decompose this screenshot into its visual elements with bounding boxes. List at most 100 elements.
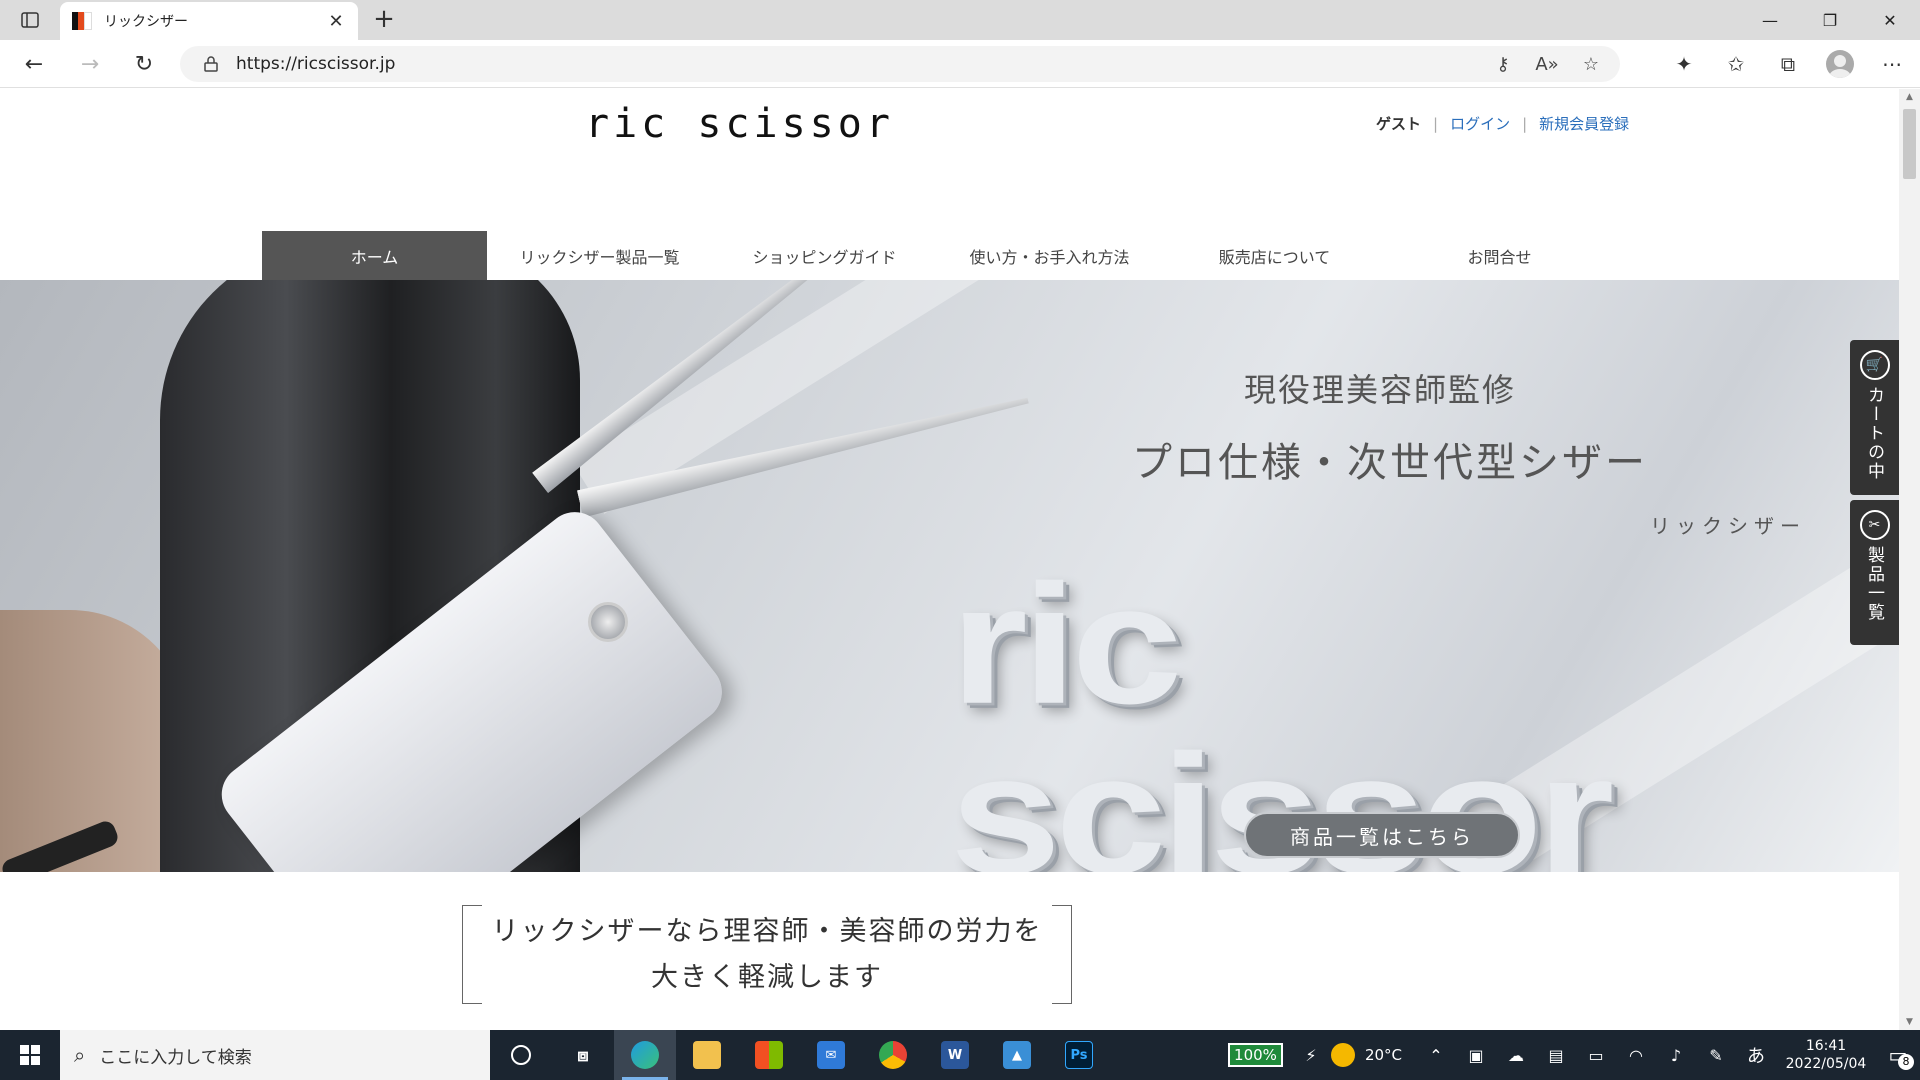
pen-icon[interactable]: ✎ (1696, 1030, 1736, 1080)
browser-tab-strip: リックシザー ✕ + — ❐ ✕ (0, 0, 1920, 40)
word-icon: W (941, 1041, 969, 1069)
weather-temp[interactable]: 20°C (1365, 1046, 1402, 1064)
scroll-down-icon[interactable]: ▼ (1899, 1014, 1920, 1030)
edge-icon (631, 1041, 659, 1069)
user-links: ゲスト | ログイン | 新規会員登録 (1376, 113, 1630, 134)
restore-button[interactable]: ❐ (1800, 0, 1860, 40)
taskbar-chrome[interactable] (862, 1030, 924, 1080)
clock-time: 16:41 (1805, 1038, 1847, 1054)
tab-actions-button[interactable] (14, 8, 46, 32)
taskbar-photoshop[interactable]: Ps (1048, 1030, 1110, 1080)
plug-icon: ⚡ (1305, 1045, 1317, 1065)
extensions-icon[interactable]: ✦ (1666, 46, 1702, 82)
taskbar-edge[interactable] (614, 1030, 676, 1080)
clock[interactable]: 16:41 2022/05/04 (1776, 1037, 1876, 1073)
ime-indicator[interactable]: あ (1736, 1030, 1776, 1080)
battery-icon[interactable]: ▭ (1576, 1030, 1616, 1080)
battery-indicator[interactable]: 100% (1228, 1043, 1283, 1067)
close-window-button[interactable]: ✕ (1860, 0, 1920, 40)
guest-label: ゲスト (1376, 115, 1422, 133)
read-aloud-icon[interactable]: A» (1532, 49, 1562, 79)
cart-icon: 🛒 (1859, 350, 1890, 380)
scissor-icon: ✂ (1859, 510, 1890, 540)
task-view-icon: ⧈ (577, 1044, 589, 1066)
lock-icon[interactable] (200, 53, 222, 75)
cortana-button[interactable] (490, 1030, 552, 1080)
hero-kana: リックシザー (1650, 514, 1806, 538)
photoshop-icon: Ps (1065, 1041, 1093, 1069)
notification-count: 8 (1898, 1054, 1914, 1070)
page-scrollbar[interactable]: ▲ ▼ (1899, 89, 1920, 1030)
tagline-box: リックシザーなら理容師・美容師の労力を 大きく軽減します (462, 905, 1072, 1004)
new-tab-button[interactable]: + (368, 4, 400, 36)
scroll-up-icon[interactable]: ▲ (1899, 89, 1920, 105)
taskbar-explorer[interactable] (676, 1030, 738, 1080)
chevron-up-icon[interactable]: ⌃ (1416, 1030, 1456, 1080)
url-text[interactable]: https://ricscissor.jp (236, 54, 1488, 74)
cortana-icon (511, 1045, 531, 1065)
camera-icon[interactable]: ▣ (1456, 1030, 1496, 1080)
side-tab-products-label: 製品一覧 (1864, 546, 1884, 622)
search-icon: ⌕ (74, 1043, 86, 1067)
browser-tab[interactable]: リックシザー ✕ (60, 2, 358, 40)
notification-button[interactable]: ▭ 8 (1876, 1030, 1920, 1080)
back-button[interactable]: ← (16, 46, 52, 82)
web-page: ric scissor ゲスト | ログイン | 新規会員登録 ホーム リックシ… (0, 89, 1899, 1030)
login-link[interactable]: ログイン (1450, 113, 1510, 134)
wifi-icon[interactable]: ◠ (1616, 1030, 1656, 1080)
taskbar-search[interactable]: ⌕ ここに入力して検索 (60, 1030, 490, 1080)
taskbar-mail[interactable]: ✉ (800, 1030, 862, 1080)
weather-sun-icon[interactable] (1330, 1043, 1355, 1067)
volume-icon[interactable]: ♪ (1656, 1030, 1696, 1080)
minimize-button[interactable]: — (1740, 0, 1800, 40)
tagline-line-2: 大きく軽減します (651, 961, 883, 993)
mail-icon: ✉ (817, 1041, 845, 1069)
windows-taskbar: ⌕ ここに入力して検索 ⧈ ✉ W ▲ Ps 100% ⚡ 20°C ⌃ ▣ ☁… (0, 1030, 1920, 1080)
scroll-thumb[interactable] (1903, 109, 1916, 179)
avatar (1826, 50, 1854, 78)
window-controls: — ❐ ✕ (1740, 0, 1920, 40)
cloud-icon[interactable]: ☁ (1496, 1030, 1536, 1080)
side-tab-cart[interactable]: 🛒 カートの中 (1850, 340, 1899, 495)
hero-banner: 現役理美容師監修 プロ仕様・次世代型シザー ric scissor リックシザー… (0, 280, 1899, 872)
tagline-line-1: リックシザーなら理容師・美容師の労力を (491, 915, 1043, 947)
refresh-button[interactable]: ↻ (126, 46, 162, 82)
register-link[interactable]: 新規会員登録 (1539, 113, 1629, 134)
nav-dealers[interactable]: 販売店について (1162, 231, 1387, 280)
product-list-button[interactable]: 商品一覧はこちら (1244, 812, 1520, 858)
tab-close-icon[interactable]: ✕ (326, 11, 346, 32)
folder-icon (693, 1041, 721, 1069)
key-icon[interactable]: ⚷ (1488, 49, 1518, 79)
tab-title: リックシザー (104, 14, 188, 30)
task-view-button[interactable]: ⧈ (552, 1030, 614, 1080)
windows-logo-icon (20, 1045, 40, 1065)
site-favicon-icon (72, 12, 92, 30)
add-favorite-icon[interactable]: ☆ (1576, 49, 1606, 79)
system-tray: 100% ⚡ 20°C ⌃ ▣ ☁ ▤ ▭ ◠ ♪ ✎ あ 16:41 2022… (1228, 1030, 1920, 1080)
hero-title: プロ仕様・次世代型シザー (1132, 440, 1648, 486)
side-tab-cart-label: カートの中 (1864, 386, 1884, 481)
scissor-pivot-image (588, 602, 628, 642)
taskbar-photos[interactable]: ▲ (986, 1030, 1048, 1080)
browser-toolbar: ← → ↻ https://ricscissor.jp ⚷ A» ☆ ✦ ✩ ⧉… (0, 40, 1920, 88)
nav-usage-care[interactable]: 使い方・お手入れ方法 (937, 231, 1162, 280)
global-nav: ホーム リックシザー製品一覧 ショッピングガイド 使い方・お手入れ方法 販売店に… (262, 231, 1612, 280)
taskbar-store[interactable] (738, 1030, 800, 1080)
more-menu-icon[interactable]: ⋯ (1874, 46, 1910, 82)
collections-icon[interactable]: ⧉ (1770, 46, 1806, 82)
site-logo[interactable]: ric scissor (585, 101, 894, 147)
tab-actions-icon (21, 12, 39, 28)
taskbar-word[interactable]: W (924, 1030, 986, 1080)
start-button[interactable] (0, 1030, 60, 1080)
nav-home[interactable]: ホーム (262, 231, 487, 280)
favorites-icon[interactable]: ✩ (1718, 46, 1754, 82)
store-icon (755, 1041, 783, 1069)
nav-contact[interactable]: お問合せ (1387, 231, 1612, 280)
forward-button[interactable]: → (72, 46, 108, 82)
address-bar[interactable]: https://ricscissor.jp ⚷ A» ☆ (180, 46, 1620, 82)
profile-button[interactable] (1822, 46, 1858, 82)
side-tab-products[interactable]: ✂ 製品一覧 (1850, 500, 1899, 645)
display-icon[interactable]: ▤ (1536, 1030, 1576, 1080)
nav-shopping-guide[interactable]: ショッピングガイド (712, 231, 937, 280)
nav-products[interactable]: リックシザー製品一覧 (487, 231, 712, 280)
